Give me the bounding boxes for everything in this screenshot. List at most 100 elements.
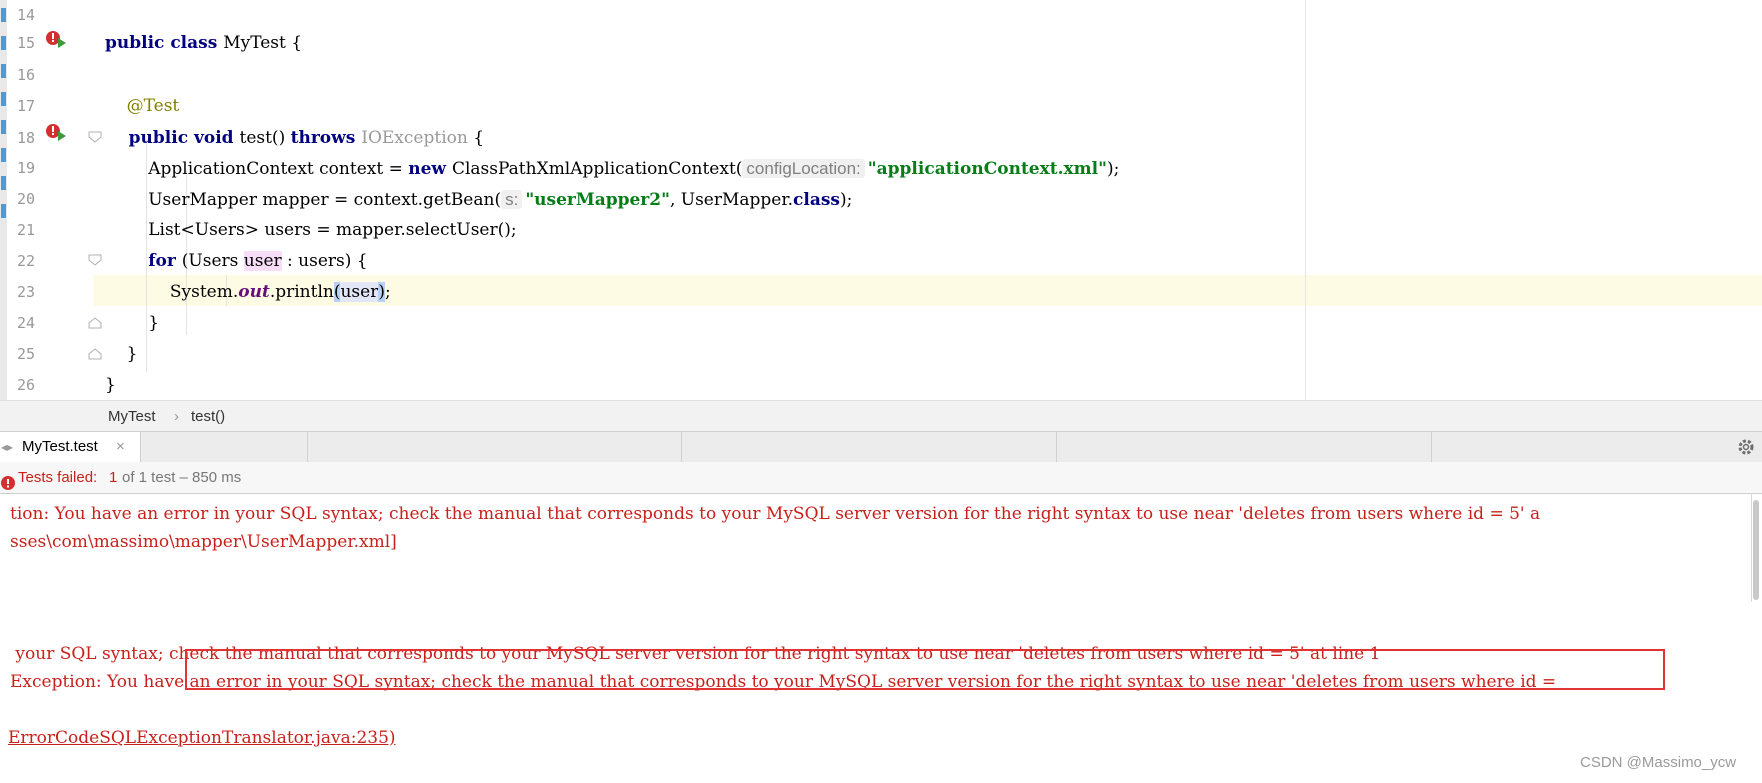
- code-token: public void: [105, 128, 240, 148]
- code-token: "userMapper2": [525, 190, 670, 210]
- code-token: IOException: [361, 128, 468, 148]
- fold-icon[interactable]: [88, 253, 102, 266]
- run-test-icon[interactable]: [44, 30, 68, 52]
- code-token: public class: [105, 33, 224, 53]
- code-line[interactable]: 25 }: [0, 339, 1762, 370]
- code-token: throws: [290, 128, 362, 148]
- code-token: user: [243, 251, 282, 271]
- code-line[interactable]: 17 @Test: [0, 91, 1762, 122]
- console-line: sses\com\massimo\mapper\UserMapper.xml]: [10, 532, 397, 552]
- annotation-highlight-box: [185, 649, 1665, 690]
- scrollbar-thumb[interactable]: [1753, 500, 1759, 600]
- failed-count: 1: [109, 469, 118, 486]
- line-number[interactable]: 21: [0, 215, 35, 246]
- code-token: (Users: [181, 251, 244, 271]
- code-text: public class MyTest {: [105, 28, 302, 59]
- code-token: );: [1106, 159, 1120, 179]
- test-status-bar: Tests failed: 1 of 1 test – 850 ms: [0, 462, 1762, 494]
- line-number[interactable]: 18: [0, 123, 35, 154]
- code-text: UserMapper mapper = context.getBean(s: "u…: [105, 184, 852, 215]
- code-token: );: [840, 190, 853, 210]
- code-line[interactable]: 19 ApplicationContext context = new Clas…: [0, 153, 1762, 184]
- code-token: .println: [269, 282, 334, 302]
- code-text: for (Users user : users) {: [105, 246, 368, 277]
- code-text: public void test() throws IOException {: [105, 123, 484, 154]
- code-line[interactable]: 18 public void test() throws IOException…: [0, 123, 1762, 154]
- code-token: ;: [384, 282, 391, 302]
- code-line[interactable]: 22 for (Users user : users) {: [0, 246, 1762, 277]
- console-line[interactable]: ErrorCodeSQLExceptionTranslator.java:235…: [8, 728, 396, 748]
- code-token: for: [148, 251, 182, 271]
- breadcrumb-method[interactable]: test(): [191, 408, 225, 425]
- line-number[interactable]: 15: [0, 28, 35, 59]
- code-token: }: [105, 344, 138, 364]
- code-line[interactable]: 15 public class MyTest {: [0, 28, 1762, 59]
- tests-failed-label: Tests failed:: [18, 469, 98, 486]
- gear-icon[interactable]: [1736, 437, 1756, 462]
- tests-summary: of 1 test – 850 ms: [122, 469, 242, 486]
- breadcrumb: MyTest › test(): [0, 400, 1762, 432]
- line-number[interactable]: 14: [0, 0, 35, 31]
- code-text: System.out.println(user);: [105, 277, 391, 308]
- code-line[interactable]: 20 UserMapper mapper = context.getBean(s…: [0, 184, 1762, 215]
- code-token: ClassPathXmlApplicationContext(: [451, 159, 743, 179]
- tab-separator: [307, 432, 308, 462]
- code-token: System.: [105, 282, 239, 302]
- watermark: CSDN @Massimo_ycw: [1580, 754, 1737, 771]
- code-text: }: [105, 370, 116, 400]
- code-token: , UserMapper.: [669, 190, 794, 210]
- fold-icon[interactable]: [88, 316, 102, 329]
- console-line: tion: You have an error in your SQL synt…: [10, 504, 1541, 524]
- code-editor[interactable]: 14 15 public class MyTest {16 17 @Test 18 pu…: [0, 0, 1762, 400]
- code-token: test(): [239, 128, 291, 148]
- code-line[interactable]: 16: [0, 60, 1762, 91]
- code-token: class: [793, 190, 840, 210]
- parameter-hint: configLocation:: [742, 159, 865, 178]
- code-line[interactable]: 14: [0, 0, 1762, 31]
- code-text: }: [105, 339, 138, 370]
- code-token: "applicationContext.xml": [867, 159, 1107, 179]
- tab-label: MyTest.test: [22, 438, 98, 455]
- code-text: @Test: [105, 91, 180, 122]
- line-number[interactable]: 24: [0, 308, 35, 339]
- code-token: ApplicationContext context =: [105, 159, 409, 179]
- code-token: : users) {: [281, 251, 368, 271]
- breadcrumb-class[interactable]: MyTest: [108, 408, 156, 425]
- code-line[interactable]: 24 }: [0, 308, 1762, 339]
- run-tab-bar: ◂▸ MyTest.test ×: [0, 431, 1762, 463]
- fold-icon[interactable]: [88, 130, 102, 143]
- tab-separator: [1056, 432, 1057, 462]
- tab-mytest-test[interactable]: ◂▸ MyTest.test ×: [0, 432, 141, 462]
- close-icon[interactable]: ×: [116, 432, 125, 462]
- line-number[interactable]: 25: [0, 339, 35, 370]
- fold-icon[interactable]: [88, 347, 102, 360]
- line-number[interactable]: 20: [0, 184, 35, 215]
- parameter-hint: s:: [501, 190, 523, 209]
- code-line[interactable]: 26}: [0, 370, 1762, 400]
- code-token: UserMapper mapper = context.getBean(: [105, 190, 502, 210]
- line-number[interactable]: 26: [0, 370, 35, 400]
- code-token: }: [105, 375, 116, 395]
- code-token: }: [105, 313, 160, 333]
- run-test-icon[interactable]: [44, 123, 68, 145]
- line-number[interactable]: 22: [0, 246, 35, 277]
- code-line[interactable]: 23 System.out.println(user);: [0, 277, 1762, 308]
- line-number[interactable]: 23: [0, 277, 35, 308]
- code-text: }: [105, 308, 159, 339]
- console-output[interactable]: tion: You have an error in your SQL synt…: [0, 494, 1762, 783]
- line-number[interactable]: 19: [0, 153, 35, 184]
- code-token: List<Users> users = mapper.selectUser();: [105, 220, 517, 240]
- code-token: out: [238, 282, 270, 302]
- code-line[interactable]: 21 List<Users> users = mapper.selectUser…: [0, 215, 1762, 246]
- line-number[interactable]: 16: [0, 60, 35, 91]
- code-token: ): [378, 282, 385, 302]
- code-token: MyTest {: [223, 33, 303, 53]
- code-token: user: [340, 282, 379, 302]
- line-number[interactable]: 17: [0, 91, 35, 122]
- code-text: List<Users> users = mapper.selectUser();: [105, 215, 517, 246]
- tab-separator: [681, 432, 682, 462]
- code-text: ApplicationContext context = new ClassPa…: [105, 153, 1119, 184]
- tab-arrows-icon: ◂▸: [1, 440, 14, 454]
- breadcrumb-separator: ›: [174, 408, 179, 425]
- code-token: {: [467, 128, 485, 148]
